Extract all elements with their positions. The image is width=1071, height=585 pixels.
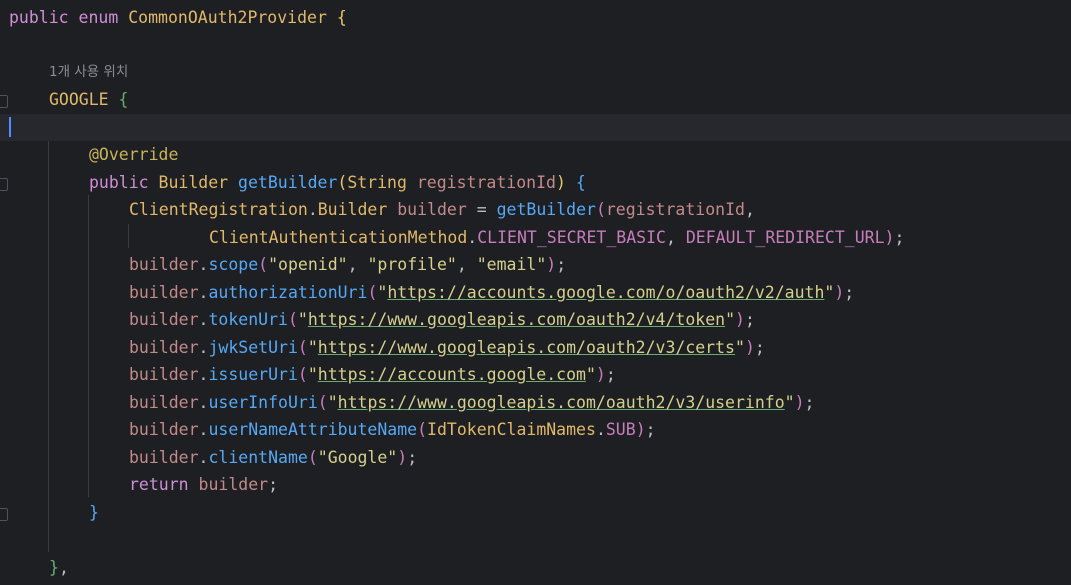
method-name: clientName xyxy=(208,448,308,467)
code-line[interactable]: builder.authorizationUri("https://accoun… xyxy=(0,279,1071,306)
code-line[interactable]: builder.clientName("Google"); xyxy=(0,444,1071,471)
variable: builder xyxy=(129,255,199,274)
code-line[interactable]: GOOGLE { xyxy=(0,86,1071,113)
parameter: registrationId xyxy=(605,200,745,219)
method-name: scope xyxy=(208,255,259,274)
keyword: return xyxy=(129,475,189,494)
paren: ( xyxy=(595,200,606,219)
variable: builder xyxy=(129,448,199,467)
keyword: enum xyxy=(78,8,119,27)
brace: { xyxy=(118,90,129,109)
variable: builder xyxy=(129,310,199,329)
code-line[interactable]: ClientAuthenticationMethod.CLIENT_SECRET… xyxy=(0,224,1071,251)
brace: } xyxy=(49,558,59,577)
comma: , xyxy=(744,200,755,219)
current-line[interactable] xyxy=(0,114,1071,141)
variable: builder xyxy=(129,283,199,302)
url-link[interactable]: https://www.googleapis.com/oauth2/v3/use… xyxy=(338,393,785,412)
code-line[interactable]: return builder; xyxy=(0,471,1071,498)
brace: } xyxy=(89,503,99,522)
code-line[interactable]: builder.tokenUri("https://www.googleapis… xyxy=(0,306,1071,333)
brace: { xyxy=(336,8,347,27)
semicolon: ; xyxy=(894,228,905,247)
paren: ) xyxy=(555,173,566,192)
paren: ) xyxy=(884,228,895,247)
usage-hint[interactable]: 1개 사용 위치 xyxy=(0,59,1071,86)
string-literal: "email" xyxy=(476,255,547,274)
method-name: getBuilder xyxy=(496,200,596,219)
method-name: authorizationUri xyxy=(208,283,368,302)
code-line[interactable]: public enum CommonOAuth2Provider { xyxy=(0,4,1071,31)
variable: builder xyxy=(397,200,467,219)
code-line[interactable]: builder.issuerUri("https://accounts.goog… xyxy=(0,361,1071,388)
url-link[interactable]: https://accounts.google.com xyxy=(318,365,586,384)
type-name: Builder xyxy=(317,200,388,219)
string-literal: "Google" xyxy=(317,448,398,467)
dot: . xyxy=(307,200,318,219)
string-literal: "openid" xyxy=(268,255,348,274)
variable: builder xyxy=(129,420,199,439)
keyword: public xyxy=(9,8,69,27)
method-name: getBuilder xyxy=(238,173,338,192)
method-name: jwkSetUri xyxy=(208,338,298,357)
type-name: ClientRegistration xyxy=(129,200,308,219)
keyword: public xyxy=(89,173,149,192)
dot: . xyxy=(467,228,478,247)
method-name: userInfoUri xyxy=(208,393,318,412)
code-line[interactable]: builder.scope("openid", "profile", "emai… xyxy=(0,251,1071,278)
code-editor[interactable]: public enum CommonOAuth2Provider { 1개 사용… xyxy=(0,0,1071,585)
class-name: ClientAuthenticationMethod xyxy=(209,228,468,247)
code-line[interactable]: } xyxy=(0,499,1071,526)
method-name: issuerUri xyxy=(208,365,298,384)
code-line[interactable]: public Builder getBuilder(String registr… xyxy=(0,169,1071,196)
type-name: Builder xyxy=(158,173,229,192)
constant: DEFAULT_REDIRECT_URL xyxy=(685,228,885,247)
constant: SUB xyxy=(605,420,636,439)
variable: builder xyxy=(129,365,199,384)
class-name: IdTokenClaimNames xyxy=(427,420,596,439)
paren: ( xyxy=(337,173,348,192)
variable: builder xyxy=(129,338,199,357)
variable: builder xyxy=(129,393,199,412)
variable: builder xyxy=(198,475,269,494)
semicolon: ; xyxy=(268,475,279,494)
brace: { xyxy=(575,173,586,192)
operator: = xyxy=(466,200,497,219)
url-link[interactable]: https://www.googleapis.com/oauth2/v3/cer… xyxy=(318,338,735,357)
type-name: String xyxy=(347,173,407,192)
constant: CLIENT_SECRET_BASIC xyxy=(477,228,666,247)
string-literal: "profile" xyxy=(367,255,457,274)
usage-hint-label[interactable]: 1개 사용 위치 xyxy=(49,59,128,86)
code-line[interactable]: builder.userInfoUri("https://www.googlea… xyxy=(0,389,1071,416)
method-name: tokenUri xyxy=(208,310,288,329)
code-line[interactable]: @Override xyxy=(0,141,1071,168)
text-caret xyxy=(9,117,11,137)
code-line[interactable]: }, xyxy=(0,554,1071,581)
annotation: @Override xyxy=(89,145,179,164)
enum-name: CommonOAuth2Provider xyxy=(128,8,327,27)
code-line[interactable]: builder.userNameAttributeName(IdTokenCla… xyxy=(0,416,1071,443)
method-name: userNameAttributeName xyxy=(208,420,418,439)
code-line[interactable]: ClientRegistration.Builder builder = get… xyxy=(0,196,1071,223)
enum-constant: GOOGLE xyxy=(49,90,109,109)
url-link[interactable]: https://www.googleapis.com/oauth2/v4/tok… xyxy=(308,310,725,329)
comma: , xyxy=(665,228,686,247)
url-link[interactable]: https://accounts.google.com/o/oauth2/v2/… xyxy=(387,283,824,302)
comma: , xyxy=(58,558,69,577)
code-line[interactable]: builder.jwkSetUri("https://www.googleapi… xyxy=(0,334,1071,361)
parameter: registrationId xyxy=(416,173,556,192)
